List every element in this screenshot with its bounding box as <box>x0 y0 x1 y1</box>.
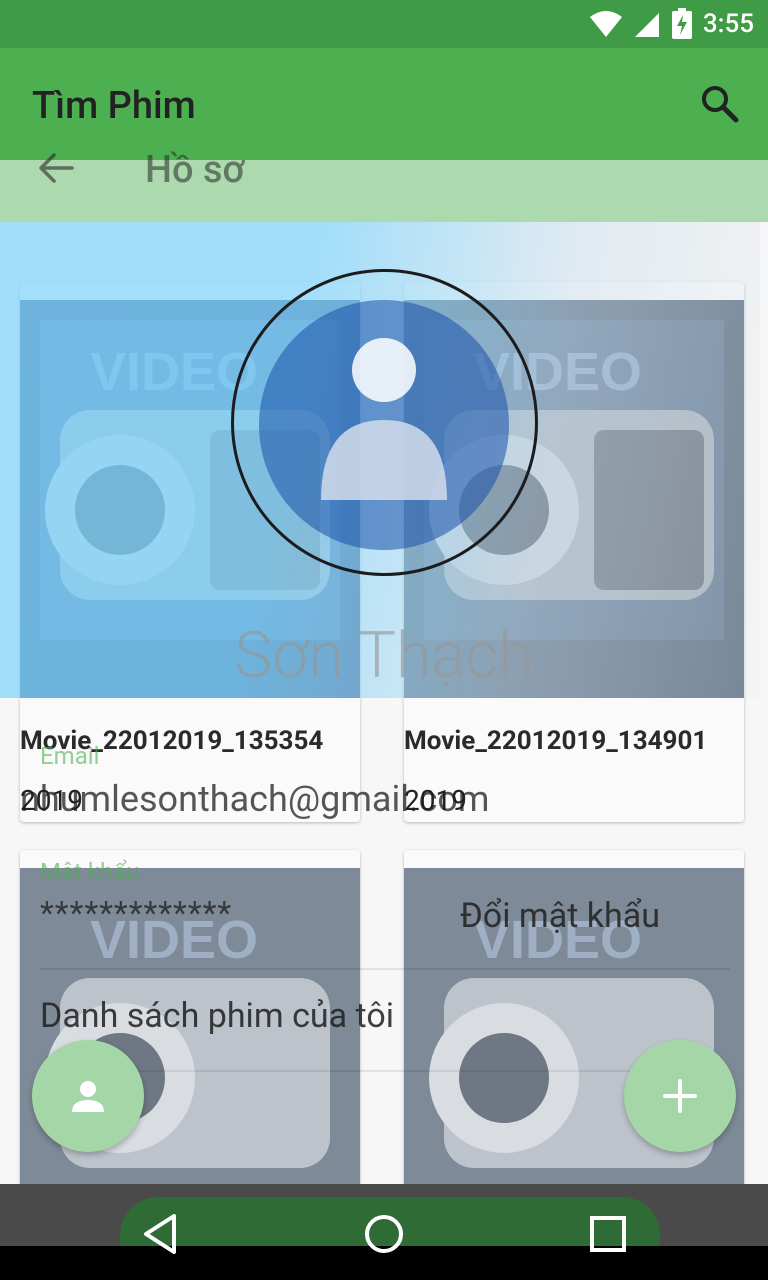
add-fab[interactable] <box>624 1040 736 1152</box>
profile-toolbar <box>0 160 768 222</box>
change-password-button[interactable]: Đổi mật khẩu <box>460 896 660 936</box>
password-label: Mật khẩu <box>40 858 140 886</box>
profile-name: Sơn Thạch <box>234 618 534 693</box>
home-icon[interactable] <box>360 1210 408 1258</box>
password-value: ************* <box>40 894 233 932</box>
back-icon[interactable] <box>138 1210 186 1258</box>
divider <box>40 968 730 970</box>
email-label: Email <box>40 742 100 770</box>
divider <box>40 1070 730 1072</box>
my-movies-button[interactable]: Danh sách phim của tôi <box>40 996 394 1036</box>
back-arrow-icon[interactable] <box>36 150 76 186</box>
profile-title: Hồ sơ <box>145 148 245 192</box>
plus-icon <box>663 1079 697 1113</box>
person-icon <box>72 1081 104 1112</box>
avatar-ring <box>231 269 538 576</box>
email-value: nhumlesonthach@gmail.com <box>20 778 490 820</box>
recents-icon[interactable] <box>584 1210 632 1258</box>
profile-fab[interactable] <box>32 1040 144 1152</box>
